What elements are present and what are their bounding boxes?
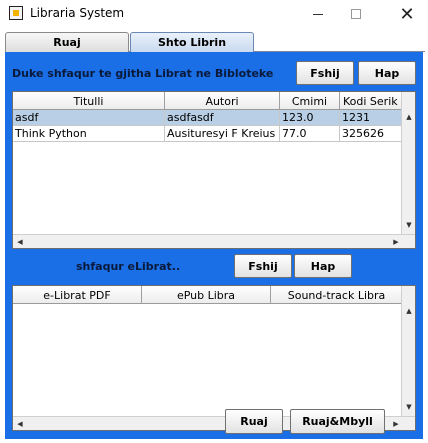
- cell-kodi-serik[interactable]: 1231: [340, 110, 403, 126]
- minimize-icon: [313, 13, 323, 15]
- tab-shto-librin[interactable]: Shto Librin: [130, 32, 254, 52]
- table-row[interactable]: asdf asdfasdf 123.0 1231: [13, 110, 403, 126]
- delete-book-button[interactable]: Fshij: [296, 61, 354, 85]
- app-icon: [9, 6, 23, 20]
- scroll-down-icon[interactable]: ▼: [402, 400, 415, 414]
- books-section-title: Duke shfaqur te gjitha Librat ne Biblote…: [12, 67, 274, 80]
- scroll-up-icon[interactable]: ▲: [402, 110, 415, 124]
- tab-ruaj[interactable]: Ruaj: [5, 32, 129, 52]
- close-button[interactable]: ✕: [388, 0, 426, 28]
- cell-cmimi[interactable]: 77.0: [280, 126, 340, 142]
- maximize-button[interactable]: [337, 0, 375, 28]
- ebooks-vertical-scrollbar[interactable]: ▲ ▼: [401, 286, 415, 416]
- cell-kodi-serik[interactable]: 325626: [340, 126, 403, 142]
- column-header-epub-libra[interactable]: ePub Libra: [142, 286, 271, 304]
- books-table-body: asdf asdfasdf 123.0 1231 Think Python Au…: [13, 110, 403, 142]
- column-header-cmimi[interactable]: Cmimi: [280, 92, 340, 110]
- tab-bar: Ruaj Shto Librin: [5, 30, 425, 52]
- main-panel: Duke shfaqur te gjitha Librat ne Biblote…: [5, 52, 423, 439]
- column-header-sound-track-libra[interactable]: Sound-track Libra: [271, 286, 403, 304]
- open-ebook-button[interactable]: Hap: [294, 254, 352, 278]
- scroll-right-icon[interactable]: ▶: [389, 417, 403, 430]
- delete-ebook-button[interactable]: Fshij: [234, 254, 292, 278]
- ebooks-table-header: e-Librat PDF ePub Libra Sound-track Libr…: [13, 286, 403, 304]
- maximize-icon: [351, 9, 361, 19]
- minimize-button[interactable]: [299, 0, 337, 28]
- books-horizontal-scrollbar[interactable]: ◀ ▶: [13, 234, 415, 248]
- cell-titulli[interactable]: asdf: [13, 110, 165, 126]
- cell-cmimi[interactable]: 123.0: [280, 110, 340, 126]
- books-table: Titulli Autori Cmimi Kodi Serik asdf asd…: [12, 91, 416, 249]
- open-book-button[interactable]: Hap: [358, 61, 416, 85]
- books-table-header: Titulli Autori Cmimi Kodi Serik: [13, 92, 403, 110]
- ebooks-section-title: shfaqur eLibrat..: [76, 260, 181, 273]
- column-header-e-librat-pdf[interactable]: e-Librat PDF: [13, 286, 142, 304]
- scroll-right-icon[interactable]: ▶: [389, 235, 403, 248]
- scroll-down-icon[interactable]: ▼: [402, 218, 415, 232]
- cell-autori[interactable]: asdfasdf: [165, 110, 280, 126]
- cell-titulli[interactable]: Think Python: [13, 126, 165, 142]
- title-bar: Libraria System ✕: [0, 0, 428, 28]
- books-vertical-scrollbar[interactable]: ▲ ▼: [401, 92, 415, 234]
- save-button[interactable]: Ruaj: [225, 409, 283, 434]
- window-title: Libraria System: [30, 6, 125, 20]
- column-header-kodi-serik[interactable]: Kodi Serik: [340, 92, 403, 110]
- scroll-left-icon[interactable]: ◀: [13, 235, 27, 248]
- scroll-up-icon[interactable]: ▲: [402, 304, 415, 318]
- column-header-titulli[interactable]: Titulli: [13, 92, 165, 110]
- table-row[interactable]: Think Python Ausituresyi F Kreius 77.0 3…: [13, 126, 403, 142]
- scroll-left-icon[interactable]: ◀: [13, 417, 27, 430]
- save-and-close-button[interactable]: Ruaj&Mbyll: [290, 409, 385, 434]
- column-header-autori[interactable]: Autori: [165, 92, 280, 110]
- cell-autori[interactable]: Ausituresyi F Kreius: [165, 126, 280, 142]
